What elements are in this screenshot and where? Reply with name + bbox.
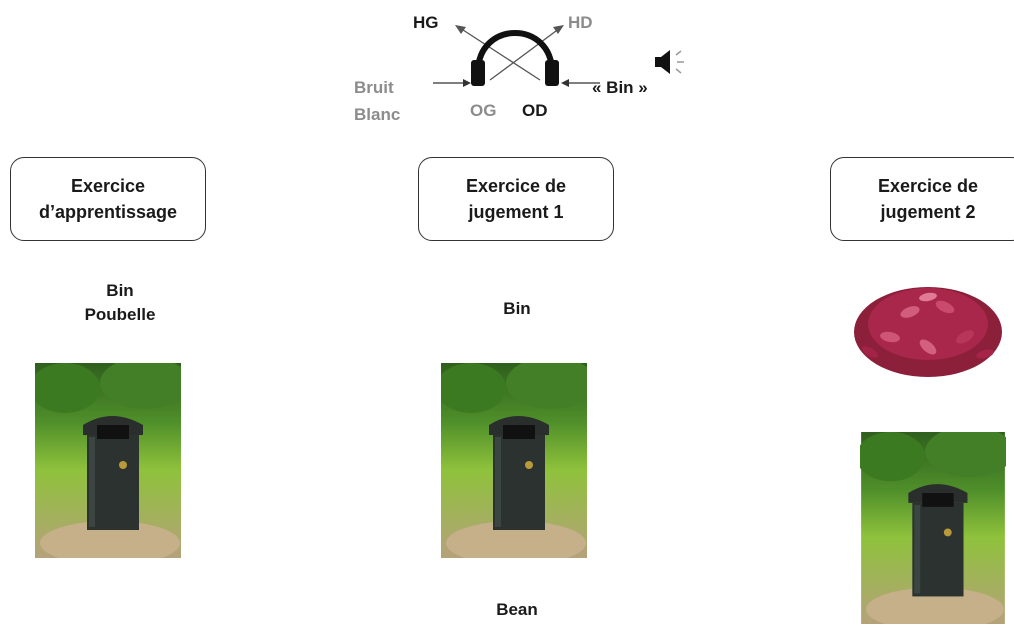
panel-title-line2: jugement 2 [880, 202, 976, 222]
panel-title-jugement-2: Exercice de jugement 2 [830, 157, 1014, 241]
word-poubelle: Poubelle [84, 305, 156, 324]
arrow-head-od [561, 79, 569, 87]
label-hd: HD [568, 13, 593, 32]
label-bin-input: « Bin » [592, 78, 648, 97]
trash-bin-photo [35, 363, 181, 558]
arrow-head-og [463, 79, 471, 87]
headphone-headband [475, 30, 555, 73]
trash-bin-photo [860, 432, 1006, 624]
word-pair-caption: Bin Poubelle [60, 279, 180, 327]
kidney-beans-photo [850, 262, 1006, 412]
right-earcup [545, 60, 559, 86]
panel-title-line2: jugement 1 [468, 202, 564, 222]
word-bottom: Bean [496, 600, 538, 619]
word-top: Bin [503, 299, 531, 318]
panel-title-apprentissage: Exercice d’apprentissage [10, 157, 206, 241]
left-earcup [471, 60, 485, 86]
panel-title-line1: Exercice de [465, 176, 567, 196]
label-blanc: Blanc [354, 105, 401, 124]
arrow-head-hg [455, 25, 466, 34]
label-bruit: Bruit [354, 78, 394, 97]
headphone-diagram [433, 25, 684, 87]
label-og: OG [470, 101, 497, 120]
trash-bin-photo [441, 363, 587, 558]
panel-title-line1: Exercice [70, 176, 146, 196]
panel-title-jugement-1: Exercice de jugement 1 [418, 157, 614, 241]
speaker-icon [655, 50, 684, 74]
label-hg: HG [413, 13, 439, 32]
label-od: OD [522, 101, 548, 120]
word-bin: Bin [106, 281, 134, 300]
panel-title-line1: Exercice de [877, 176, 979, 196]
panel-title-line2: d’apprentissage [38, 202, 178, 222]
